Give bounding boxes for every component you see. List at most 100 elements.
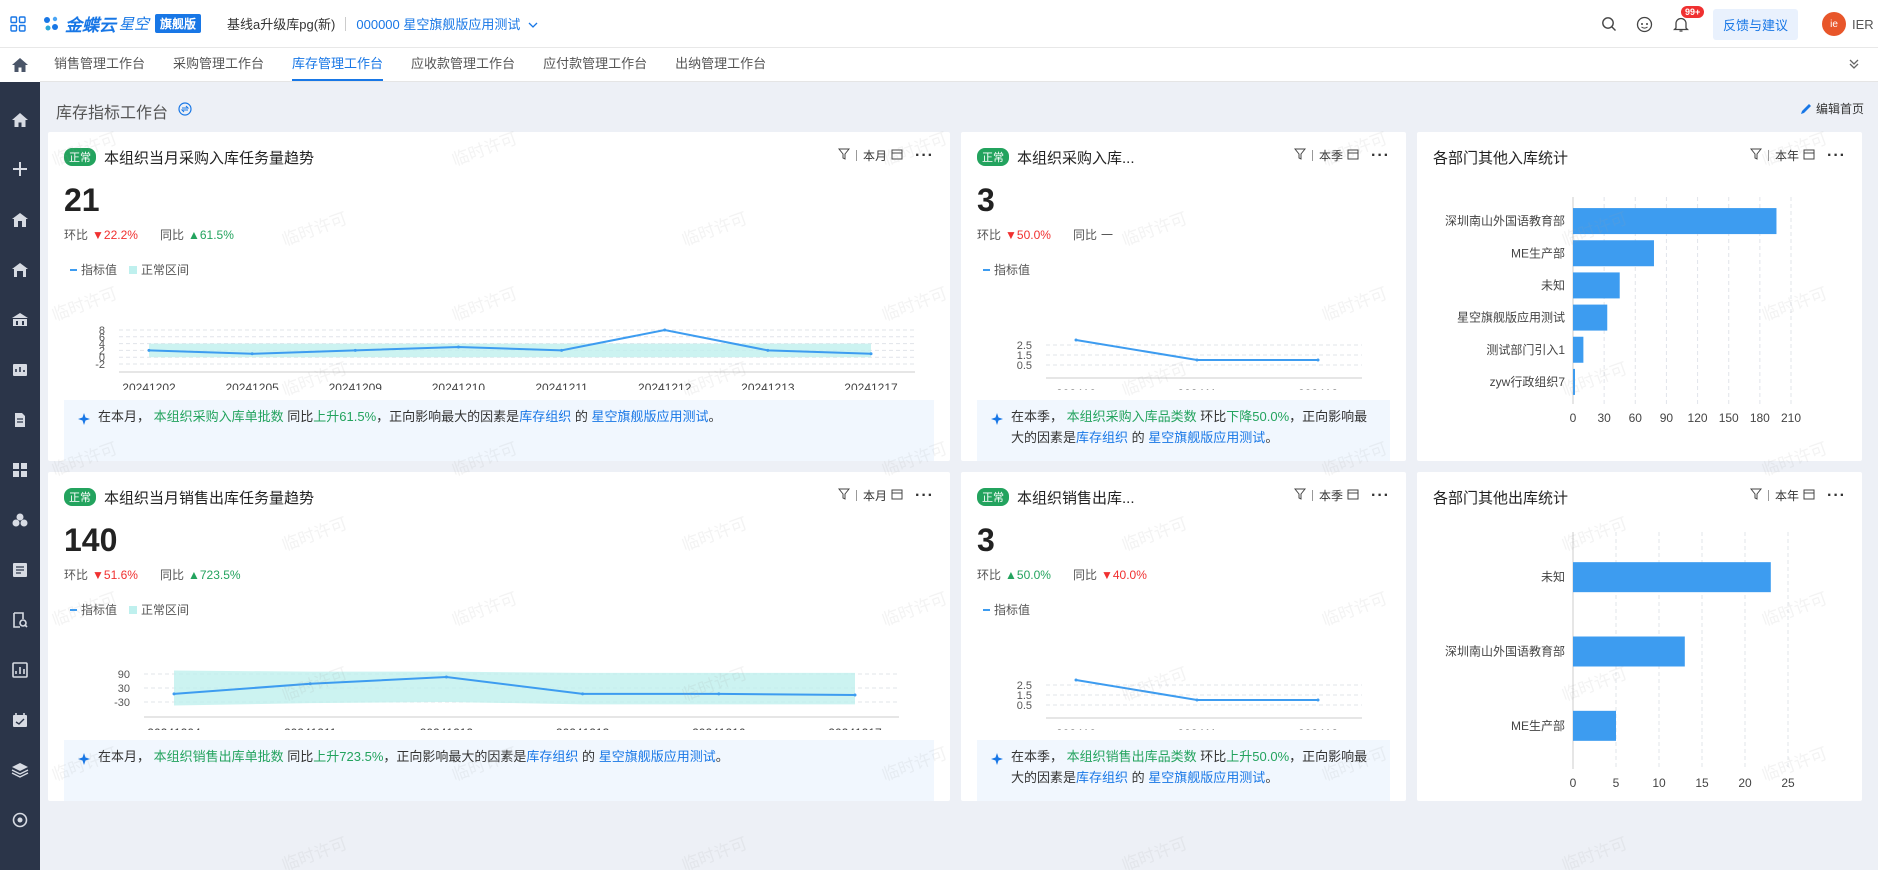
tab-sales[interactable]: 销售管理工作台 [40, 47, 159, 81]
rail-settings-icon[interactable] [0, 806, 40, 834]
calendar-icon[interactable] [891, 488, 903, 503]
rail-report-icon[interactable] [0, 356, 40, 384]
double-chevron-down-icon[interactable] [1848, 58, 1860, 73]
period-select[interactable]: 本季 [1319, 147, 1343, 164]
more-icon[interactable]: ··· [915, 487, 934, 503]
rail-form-icon[interactable] [0, 556, 40, 584]
avatar[interactable]: ie [1822, 12, 1846, 36]
insight-text: 。 [715, 749, 729, 764]
rail-warehouse-icon[interactable] [0, 256, 40, 284]
period-select[interactable]: 本年 [1775, 147, 1799, 164]
calendar-icon[interactable] [1347, 148, 1359, 163]
rail-layers-icon[interactable] [0, 756, 40, 784]
tab-purchase[interactable]: 采购管理工作台 [159, 47, 278, 81]
insight-member-link[interactable]: 星空旗舰版应用测试 [1148, 770, 1265, 785]
edit-home-label: 编辑首页 [1815, 102, 1864, 116]
filter-icon[interactable] [837, 488, 851, 503]
period-select[interactable]: 本月 [863, 487, 887, 504]
rail-query-icon[interactable] [0, 606, 40, 634]
insight-factor-link[interactable]: 库存组织 [1076, 430, 1128, 445]
calendar-icon[interactable] [1347, 488, 1359, 503]
calendar-icon[interactable] [891, 148, 903, 163]
more-icon[interactable]: ··· [1371, 487, 1390, 503]
feedback-button[interactable]: 反馈与建议 [1712, 8, 1798, 40]
x-tick-label: 180 [1750, 411, 1770, 425]
insight-trend: 上升61.5% [313, 409, 377, 424]
legend-value[interactable]: 指标值 [81, 601, 117, 618]
legend-value[interactable]: 指标值 [994, 601, 1030, 618]
legend-band[interactable]: 正常区间 [141, 601, 189, 618]
dept-bar-chart: 0 30 60 90 120 150 180 210 深圳南山外国语教育部 ME生产部未知星空旗舰… [1445, 197, 1801, 425]
card-title: 本组织采购入库... [1017, 149, 1135, 167]
account-switcher[interactable]: 000000 星空旗舰版应用测试 [356, 14, 538, 33]
more-icon[interactable]: ··· [1827, 147, 1846, 163]
period-select[interactable]: 本季 [1319, 487, 1343, 504]
filter-icon[interactable] [1749, 148, 1763, 163]
chevron-down-icon [528, 16, 538, 31]
insight-member-link[interactable]: 星空旗舰版应用测试 [599, 749, 716, 764]
yoy-value: 40.0% [1112, 567, 1147, 582]
filter-icon[interactable] [1293, 488, 1307, 503]
category-label: ME生产部 [1511, 245, 1565, 260]
more-icon[interactable]: ··· [1827, 487, 1846, 503]
app-grid-icon[interactable] [4, 10, 32, 38]
calendar-icon[interactable] [1803, 488, 1815, 503]
insight-member-link[interactable]: 星空旗舰版应用测试 [1148, 430, 1265, 445]
tab-cashier[interactable]: 出纳管理工作台 [661, 47, 780, 81]
legend-band[interactable]: 正常区间 [141, 261, 189, 278]
comparison-row: 环比 ▼ 51.6% 同比 ▲ 723.5% [64, 566, 263, 583]
tab-payable[interactable]: 应付款管理工作台 [529, 47, 661, 81]
chat-bot-icon[interactable] [1635, 14, 1655, 34]
filter-icon[interactable] [1749, 488, 1763, 503]
search-icon[interactable] [1599, 14, 1619, 34]
status-badge: 正常 [64, 148, 96, 166]
insight-factor-link[interactable]: 库存组织 [1076, 770, 1128, 785]
rail-document-icon[interactable] [0, 406, 40, 434]
card-title: 各部门其他入库统计 [1433, 149, 1569, 167]
rail-apps-icon[interactable] [0, 456, 40, 484]
rail-chart-icon[interactable] [0, 656, 40, 684]
user-name[interactable]: IER [1852, 17, 1878, 32]
switch-icon[interactable] [178, 101, 192, 121]
indicator-line [1075, 679, 1318, 701]
filter-icon[interactable] [837, 148, 851, 163]
divider [1312, 150, 1313, 161]
legend-value[interactable]: 指标值 [81, 261, 117, 278]
filter-icon[interactable] [1293, 148, 1307, 163]
mom-value: 50.0% [1016, 567, 1051, 582]
rail-calendar-icon[interactable] [0, 706, 40, 734]
tab-receivable[interactable]: 应收款管理工作台 [397, 47, 529, 81]
kpi-card-purchase-in-category: 正常 本组织采购入库... 本季 ··· 3 环比 ▼ 50.0% 同比一 指标值… [961, 132, 1406, 461]
home-icon[interactable] [0, 48, 40, 82]
rail-add-icon[interactable] [0, 155, 40, 183]
rail-building-icon[interactable] [0, 206, 40, 234]
comparison-row: 环比 ▼ 50.0% 同比一 [977, 226, 1135, 243]
more-icon[interactable]: ··· [915, 147, 934, 163]
sparkle-icon [991, 750, 1003, 771]
tab-inventory[interactable]: 库存管理工作台 [278, 47, 397, 81]
divider [1768, 150, 1769, 161]
calendar-icon[interactable] [1803, 148, 1815, 163]
up-arrow-icon: ▲ [187, 227, 200, 242]
rail-bank-icon[interactable] [0, 306, 40, 334]
notification-bell-icon[interactable]: 99+ [1671, 6, 1705, 34]
insight-text: 在本月， [98, 409, 151, 424]
rail-cubes-icon[interactable] [0, 506, 40, 534]
legend-value[interactable]: 指标值 [994, 261, 1030, 278]
yoy-label: 同比 [159, 228, 184, 242]
org-name[interactable]: 基线a升级库pg(新) [227, 14, 335, 33]
insight-factor-link[interactable]: 库存组织 [519, 409, 571, 424]
period-select[interactable]: 本月 [863, 147, 887, 164]
more-icon[interactable]: ··· [1371, 147, 1390, 163]
insight-member-link[interactable]: 星空旗舰版应用测试 [591, 409, 708, 424]
data-point [147, 348, 151, 352]
x-tick-label: 120 [1688, 411, 1708, 425]
down-arrow-icon: ▼ [92, 227, 104, 242]
watermark-text: 临时许可 [1119, 833, 1190, 870]
edit-home-button[interactable]: 编辑首页 [1799, 100, 1864, 117]
kingdee-logo[interactable]: 金蝶云 星空 旗舰版 [40, 0, 202, 48]
insight-factor-link[interactable]: 库存组织 [526, 749, 578, 764]
x-tick-label: 20241217 [844, 381, 898, 390]
rail-home-icon[interactable] [0, 106, 40, 134]
period-select[interactable]: 本年 [1775, 487, 1799, 504]
